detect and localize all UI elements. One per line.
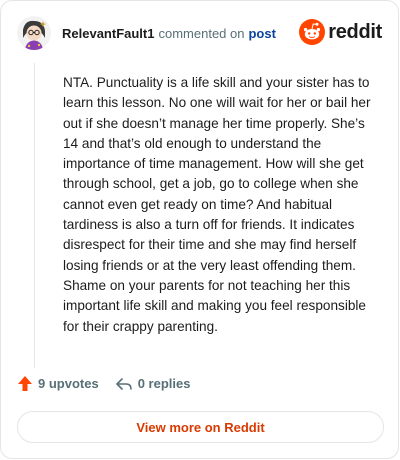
comment-actions: 9 upvotes 0 replies: [17, 375, 190, 392]
thread-line: [34, 63, 35, 368]
upvote-arrow-icon: [18, 376, 32, 391]
reply-count: 0 replies: [137, 376, 191, 391]
reddit-snoo-icon: [299, 19, 326, 45]
reddit-wordmark: reddit: [328, 20, 382, 43]
upvote-count: 9 upvotes: [38, 376, 99, 391]
comment-embed-card: RelevantFault1 commented on post reddit …: [0, 0, 399, 459]
view-more-button[interactable]: View more on Reddit: [17, 411, 384, 443]
reddit-logo[interactable]: reddit: [299, 19, 382, 45]
reply-button[interactable]: 0 replies: [115, 376, 191, 392]
comment-header: RelevantFault1 commented on post reddit: [17, 15, 382, 51]
user-avatar-icon[interactable]: [17, 16, 51, 50]
commented-on-text: commented on: [158, 25, 245, 41]
comment-body: NTA. Punctuality is a life skill and you…: [63, 75, 371, 334]
username-link[interactable]: RelevantFault1: [62, 26, 154, 41]
reply-arrow-icon: [115, 377, 132, 390]
comment-byline: RelevantFault1 commented on post: [62, 26, 276, 41]
post-link[interactable]: post: [248, 26, 275, 41]
upvote-button[interactable]: 9 upvotes: [17, 375, 99, 392]
